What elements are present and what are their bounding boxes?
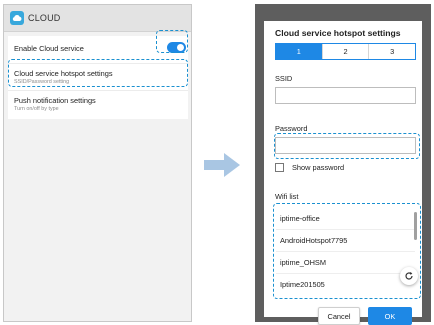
enable-cloud-label: Enable Cloud service — [14, 43, 84, 53]
arrow-right-icon — [204, 153, 240, 177]
show-password-label: Show password — [292, 163, 345, 172]
password-highlight — [274, 133, 420, 159]
push-notification-title: Push notification settings — [14, 96, 96, 105]
wifi-list-highlight — [273, 203, 421, 299]
show-password-checkbox[interactable] — [275, 163, 284, 172]
slot-tab-1[interactable]: 1 — [276, 44, 322, 59]
ssid-input[interactable] — [275, 87, 416, 104]
show-password-row[interactable]: Show password — [275, 163, 344, 172]
hotspot-row-highlight — [8, 59, 188, 87]
password-label: Password — [275, 124, 308, 133]
hotspot-settings-dialog: Cloud service hotspot settings 1 2 3 SSI… — [264, 21, 422, 325]
cloud-settings-screen: CLOUD Enable Cloud service Cloud service… — [3, 4, 192, 322]
dialog-title: Cloud service hotspot settings — [275, 28, 401, 38]
ssid-label: SSID — [275, 74, 293, 83]
push-notification-row[interactable]: Push notification settings Turn on/off b… — [8, 90, 188, 116]
ok-button[interactable]: OK — [368, 307, 412, 325]
cloud-icon — [10, 11, 24, 25]
slot-tab-3[interactable]: 3 — [368, 44, 416, 59]
hotspot-slot-tabs: 1 2 3 — [275, 43, 416, 60]
cancel-button[interactable]: Cancel — [318, 307, 360, 325]
slot-tab-2[interactable]: 2 — [321, 44, 369, 59]
hotspot-dialog-screen: Cloud service hotspot settings 1 2 3 SSI… — [255, 4, 431, 325]
cloud-header: CLOUD — [4, 5, 191, 32]
cloud-header-title: CLOUD — [28, 13, 61, 23]
push-notification-subtitle: Turn on/off by type — [14, 106, 59, 112]
wifi-list-label: Wifi list — [275, 192, 299, 201]
toggle-highlight — [156, 30, 188, 53]
screenshot-stage: CLOUD Enable Cloud service Cloud service… — [0, 0, 434, 325]
